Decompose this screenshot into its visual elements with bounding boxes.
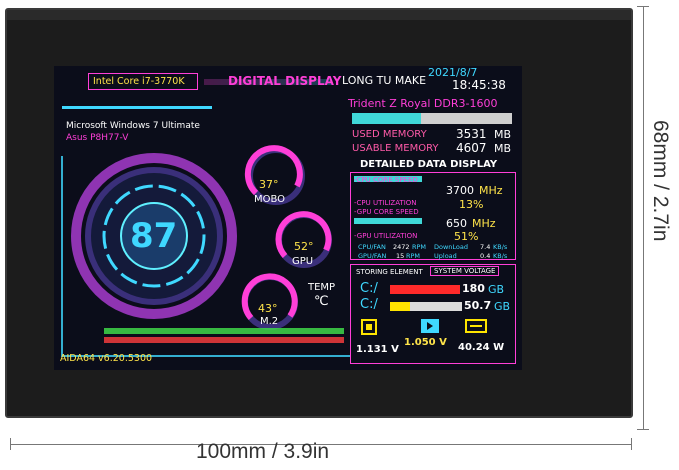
m2-label: M.2 bbox=[260, 316, 279, 327]
ram-name: Trident Z Royal DDR3-1600 bbox=[348, 97, 498, 110]
cpu-fan-label: CPU/FAN bbox=[358, 243, 386, 251]
width-label: 100mm / 3.9in bbox=[196, 440, 330, 463]
used-memory-value: 3531 bbox=[456, 127, 487, 141]
drive-1-label: C:/ bbox=[360, 281, 378, 296]
m2-value: 43° bbox=[258, 302, 278, 315]
ram-bar-track bbox=[352, 113, 512, 124]
gpu-speed-value: 650 bbox=[446, 217, 467, 230]
gpu-temp-label: GPU bbox=[292, 256, 314, 267]
height-dimension-line bbox=[643, 6, 644, 430]
drive-1-bar bbox=[390, 285, 460, 294]
cpu-speed-unit: MHz bbox=[479, 184, 503, 197]
cpu-fan-unit: RPM bbox=[412, 243, 427, 251]
gpu-speed-label: -GPU CORE SPEED bbox=[354, 208, 419, 216]
usable-memory-value: 4607 bbox=[456, 141, 487, 155]
gpu-util-label: -GPU UTILIZATION bbox=[354, 232, 418, 240]
upload-label: Upload bbox=[434, 252, 457, 260]
cpu-util-value: 13% bbox=[459, 198, 484, 211]
ram-bar-fill bbox=[352, 113, 421, 124]
temp-unit: ℃ bbox=[314, 294, 329, 309]
download-unit: KB/s bbox=[493, 243, 508, 251]
gpu-util-value: 51% bbox=[454, 230, 479, 243]
gpu-temp-value: 52° bbox=[294, 240, 314, 253]
gpu-fan-label: GPU/FAN bbox=[358, 252, 387, 260]
voltage-2: 1.050 V bbox=[404, 337, 447, 348]
drive-2-label: C:/ bbox=[360, 297, 378, 312]
gpu-speed-unit: MHz bbox=[472, 217, 496, 230]
usable-memory-unit: MB bbox=[494, 142, 512, 155]
width-tick-left bbox=[10, 438, 11, 450]
main-gauge-value: 87 bbox=[130, 216, 178, 256]
cpu-speed-label: -CPU CORE SPEED bbox=[354, 176, 418, 184]
detail-heading: DETAILED DATA DISPLAY bbox=[360, 159, 498, 170]
height-label: 68mm / 2.7in bbox=[649, 120, 672, 242]
height-tick-top bbox=[637, 6, 649, 7]
cpu-util-label: -CPU UTILIZATION bbox=[354, 199, 417, 207]
device-top-edge bbox=[7, 10, 631, 20]
voltage-3: 40.24 W bbox=[458, 342, 505, 353]
voltage-1: 1.131 V bbox=[356, 344, 399, 355]
gpu-speed-bar bbox=[354, 218, 422, 224]
storage-heading: STORING ELEMENT bbox=[356, 268, 423, 276]
height-tick-bottom bbox=[637, 429, 649, 430]
gpu-fan-value: 15 bbox=[396, 252, 405, 260]
cpu-fan-value: 2472 bbox=[393, 243, 410, 251]
time-label: 18:45:38 bbox=[452, 78, 506, 92]
drive-2-track bbox=[390, 302, 462, 311]
used-memory-label: USED MEMORY bbox=[352, 129, 427, 140]
bottom-stripes bbox=[104, 328, 344, 343]
download-label: DownLoad bbox=[434, 243, 469, 251]
version-label: AIDA64 v6.20.5300 bbox=[60, 353, 153, 364]
mobo-label: MOBO bbox=[254, 194, 286, 205]
upload-value: 0.4 bbox=[480, 252, 491, 260]
usable-memory-label: USABLE MEMORY bbox=[352, 143, 439, 154]
drive-1-unit: GB bbox=[488, 283, 505, 296]
display-screen: Intel Core i7-3770K DIGITAL DISPLAY LONG… bbox=[54, 66, 522, 370]
download-value: 7.4 bbox=[480, 243, 491, 251]
width-tick-right bbox=[631, 438, 632, 450]
cpu-speed-value: 3700 bbox=[446, 184, 474, 197]
used-memory-unit: MB bbox=[494, 128, 512, 141]
voltage-heading: SYSTEM VOLTAGE bbox=[430, 266, 500, 276]
mobo-value: 37° bbox=[259, 178, 279, 191]
gpu-fan-unit: RPM bbox=[406, 252, 421, 260]
upload-unit: KB/s bbox=[493, 252, 508, 260]
brand-label: LONG TU MAKE bbox=[342, 74, 427, 87]
drive-2-bar bbox=[390, 302, 411, 311]
gauge-graphics bbox=[61, 145, 350, 357]
drive-1-value: 180 bbox=[462, 282, 485, 295]
drive-2-unit: GB bbox=[494, 300, 511, 313]
temp-label: TEMP bbox=[308, 282, 336, 293]
drive-2-value: 50.7 bbox=[464, 299, 492, 312]
